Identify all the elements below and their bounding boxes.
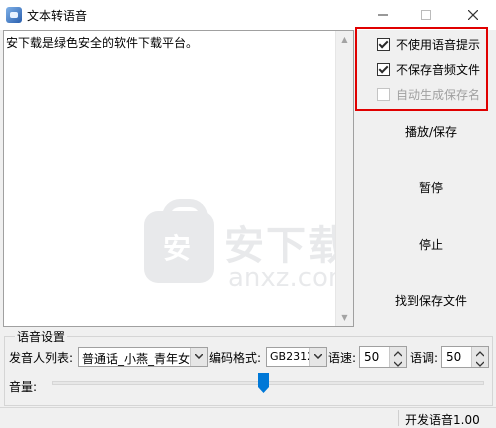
window-title: 文本转语音 bbox=[27, 9, 88, 23]
minimize-button[interactable] bbox=[360, 0, 406, 30]
pitch-value: 50 bbox=[446, 350, 462, 364]
chevron-down-icon[interactable] bbox=[309, 348, 326, 366]
checkbox-checked-icon[interactable] bbox=[377, 38, 390, 51]
speaker-value: 普通话_小燕_青年女 bbox=[82, 352, 190, 366]
spin-down-icon[interactable] bbox=[390, 357, 406, 367]
pitch-label: 语调: bbox=[410, 351, 439, 365]
developer-version-text: 开发语音1.00 bbox=[405, 413, 480, 427]
status-bar: 开发语音1.00 bbox=[0, 407, 496, 428]
maximize-button[interactable] bbox=[403, 0, 449, 30]
speaker-label: 发音人列表: bbox=[9, 351, 74, 365]
checkbox-unchecked-icon bbox=[377, 88, 390, 101]
chevron-down-icon[interactable] bbox=[190, 348, 207, 366]
no-voice-prompt-checkbox[interactable]: 不使用语音提示 bbox=[377, 36, 480, 53]
vertical-scrollbar[interactable]: ▲ ▼ bbox=[335, 31, 353, 326]
speed-value: 50 bbox=[364, 350, 380, 364]
play-save-button[interactable]: 播放/保存 bbox=[373, 117, 489, 147]
speed-spinner[interactable]: 50 bbox=[359, 346, 407, 368]
close-button[interactable] bbox=[450, 0, 496, 30]
volume-label: 音量: bbox=[9, 380, 38, 394]
pause-button[interactable]: 暂停 bbox=[373, 173, 489, 203]
maximize-icon bbox=[421, 10, 431, 20]
stop-button[interactable]: 停止 bbox=[373, 230, 489, 260]
spin-up-icon[interactable] bbox=[390, 347, 406, 357]
encoding-label: 编码格式: bbox=[209, 351, 262, 365]
close-icon bbox=[467, 9, 479, 21]
scroll-up-icon[interactable]: ▲ bbox=[336, 31, 353, 48]
encoding-value: GB2312 bbox=[270, 350, 312, 363]
watermark-shield-icon: 安 bbox=[144, 199, 214, 283]
speed-label: 语速: bbox=[328, 351, 357, 365]
status-separator bbox=[398, 410, 399, 426]
encoding-select[interactable]: GB2312 bbox=[266, 347, 327, 367]
auto-save-name-checkbox: 自动生成保存名 bbox=[377, 86, 480, 103]
speaker-select[interactable]: 普通话_小燕_青年女 bbox=[78, 347, 208, 367]
pitch-spinner[interactable]: 50 bbox=[441, 346, 489, 368]
group-label: 语音设置 bbox=[15, 328, 68, 345]
volume-slider-thumb[interactable] bbox=[258, 373, 270, 393]
find-saved-file-button[interactable]: 找到保存文件 bbox=[373, 286, 489, 316]
no-save-audio-checkbox[interactable]: 不保存音频文件 bbox=[377, 61, 480, 78]
title-bar: 文本转语音 bbox=[0, 0, 496, 30]
spin-up-icon[interactable] bbox=[472, 347, 488, 357]
app-icon bbox=[6, 7, 22, 23]
scroll-down-icon[interactable]: ▼ bbox=[336, 309, 353, 326]
text-content: 安下载是绿色安全的软件下载平台。 bbox=[6, 36, 199, 50]
minimize-icon bbox=[378, 14, 388, 16]
text-input-area[interactable]: 安下载是绿色安全的软件下载平台。 安 安下载 anxz.com ▲ ▼ bbox=[3, 30, 354, 327]
spin-down-icon[interactable] bbox=[472, 357, 488, 367]
checkbox-checked-icon[interactable] bbox=[377, 63, 390, 76]
